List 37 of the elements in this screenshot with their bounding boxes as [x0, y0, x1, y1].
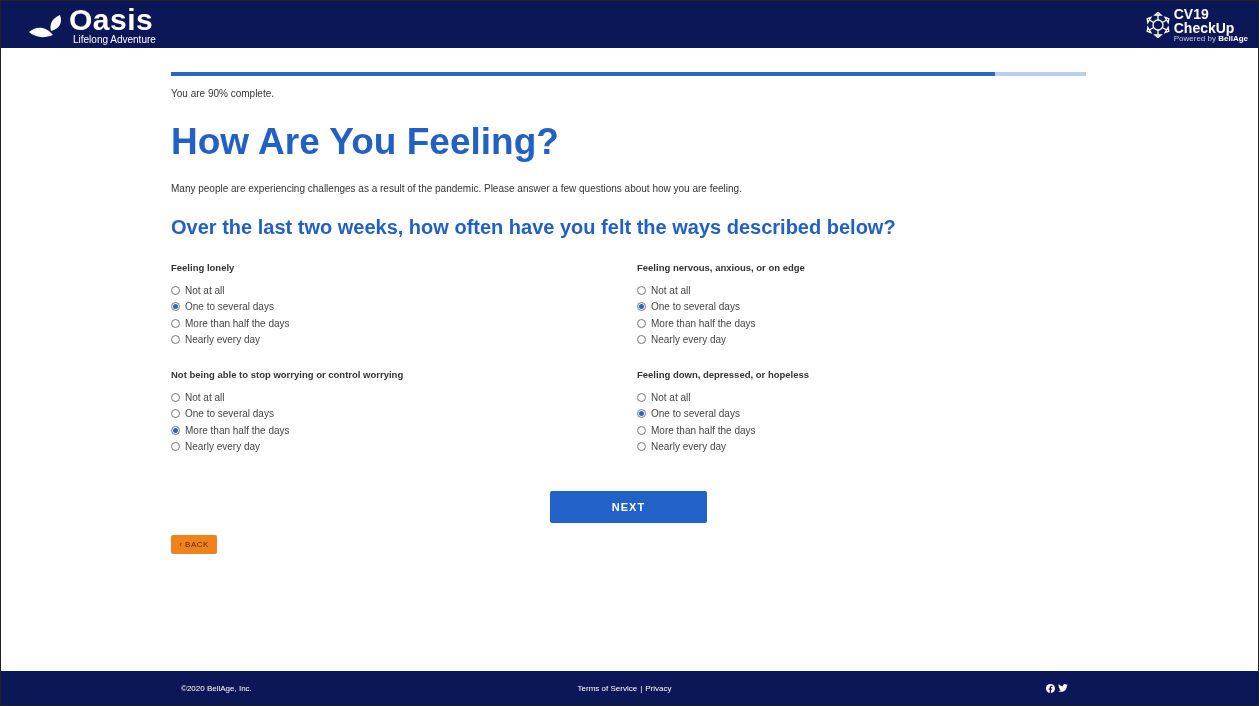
option-label[interactable]: One to several days	[651, 301, 740, 313]
progress-text: You are 90% complete.	[171, 88, 276, 99]
logo-tagline: Lifelong Adventure	[73, 34, 156, 45]
link-separator: |	[640, 683, 643, 693]
option-label[interactable]: Not at all	[185, 284, 225, 296]
logo-name: Oasis	[69, 4, 154, 35]
option-label[interactable]: One to several days	[185, 301, 274, 313]
option-label[interactable]: Not at all	[651, 391, 691, 403]
page-title: How Are You Feeling?	[171, 121, 560, 163]
option-label[interactable]: Nearly every day	[651, 441, 727, 453]
next-button[interactable]: NEXT	[550, 491, 707, 523]
question-label: Not being able to stop worrying or control worrying	[171, 369, 404, 380]
option-label[interactable]: Nearly every day	[185, 441, 261, 453]
copyright-text: ©2020 BellAge, Inc.	[181, 683, 253, 693]
virus-icon	[1144, 11, 1171, 38]
option-label[interactable]: Nearly every day	[651, 334, 727, 346]
partner-logo-text: CheckUp	[1173, 20, 1236, 35]
footer-link[interactable]: Terms of Service	[577, 683, 638, 693]
option-label[interactable]: One to several days	[651, 408, 740, 420]
facebook-icon[interactable]	[1046, 683, 1055, 693]
option-label[interactable]: One to several days	[185, 408, 274, 420]
option-label[interactable]: Nearly every day	[185, 334, 261, 346]
intro-text: Many people are experiencing challenges as a result of the pandemic. Please answer a few questions about how you are feeling.	[171, 183, 743, 194]
partner-logo-text: CV19	[1173, 6, 1210, 21]
footer-link[interactable]: Privacy	[645, 683, 672, 693]
option-label[interactable]: Not at all	[651, 284, 691, 296]
question-label: Feeling lonely	[171, 262, 235, 273]
question-label: Feeling nervous, anxious, or on edge	[637, 262, 805, 273]
option-label[interactable]: More than half the days	[185, 317, 290, 329]
option-label[interactable]: More than half the days	[651, 317, 756, 329]
option-label[interactable]: More than half the days	[185, 424, 290, 436]
option-label[interactable]: Not at all	[185, 391, 225, 403]
option-label[interactable]: More than half the days	[651, 424, 756, 436]
section-heading: Over the last two weeks, how often have you felt the ways described below?	[171, 216, 897, 239]
back-button[interactable]: ‹ BACK	[171, 535, 217, 554]
question-label: Feeling down, depressed, or hopeless	[637, 369, 810, 380]
twitter-icon[interactable]	[1058, 683, 1068, 692]
